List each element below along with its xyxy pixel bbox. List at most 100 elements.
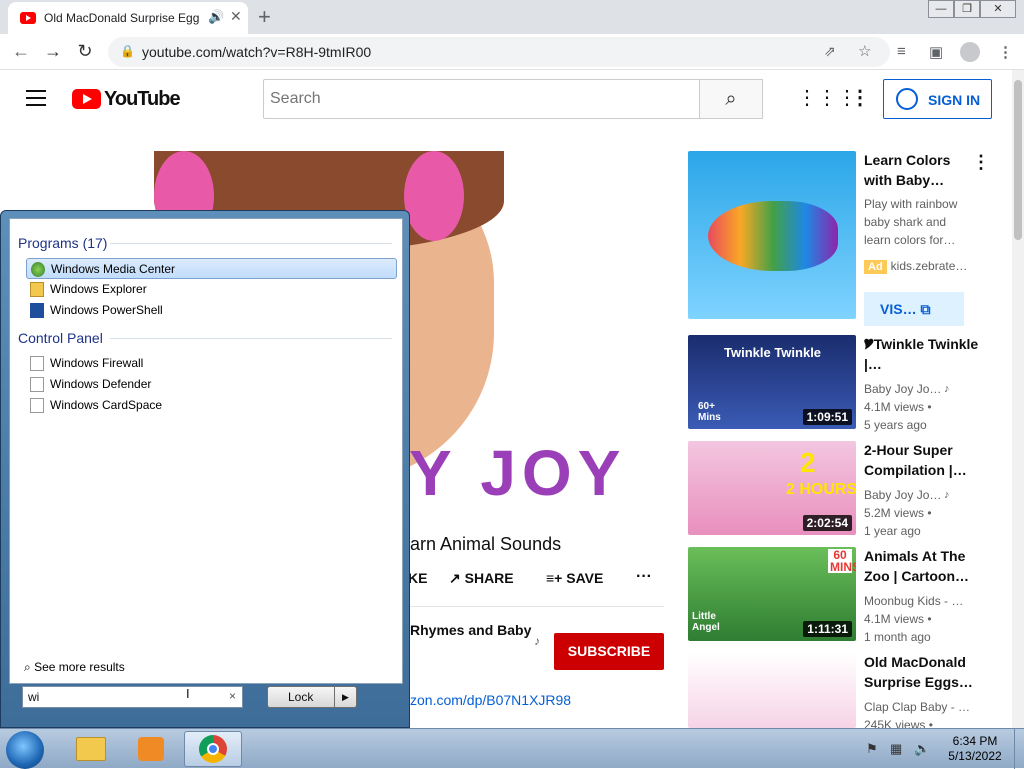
search-results-panel: Programs (17) Windows Media Center Windo… — [9, 218, 403, 684]
thumbnail-overlay-number: 2 — [800, 447, 816, 478]
video-title: arn Animal Sounds — [410, 534, 562, 554]
start-button[interactable] — [6, 731, 44, 769]
playlist-add-icon: ≡+ — [546, 570, 567, 586]
result-windows-firewall[interactable]: Windows Firewall — [26, 353, 397, 374]
result-windows-powershell[interactable]: Windows PowerShell — [26, 300, 397, 321]
result-windows-media-center[interactable]: Windows Media Center — [26, 258, 397, 279]
video-thumbnail[interactable]: Twinkle Twinkle 60+ Mins 1:09:51 — [688, 335, 856, 429]
back-arrow-icon[interactable]: ← — [10, 41, 32, 62]
lock-icon[interactable]: 🔒 — [120, 44, 135, 58]
music-note-icon: ♪ — [944, 489, 950, 501]
action-center-icon[interactable]: ⚑ — [866, 741, 878, 757]
channel-name[interactable]: Moonbug Kids - … — [864, 592, 974, 610]
control-panel-header[interactable]: Control Panel — [18, 330, 103, 346]
save-label: SAVE — [566, 570, 604, 586]
media-player-icon — [138, 737, 164, 761]
show-desktop-button[interactable] — [1014, 729, 1024, 769]
network-icon[interactable]: ▦ — [890, 741, 902, 757]
start-search-input[interactable]: wi × — [22, 686, 243, 708]
video-title[interactable]: Animals At The Zoo | Cartoon… — [864, 546, 974, 586]
result-label: Windows Firewall — [50, 356, 144, 370]
channel-name[interactable]: Baby Joy Jo… — [864, 380, 974, 398]
like-button[interactable]: KE — [408, 570, 427, 586]
browser-tab[interactable]: Old MacDonald Surprise Egg 🔊 ✕ — [8, 2, 248, 34]
powershell-icon — [30, 303, 44, 318]
thumbnail-overlay-text: 60 MINS — [828, 548, 856, 574]
search-button[interactable]: ⌕ — [699, 79, 763, 119]
section-divider — [110, 338, 392, 339]
forward-arrow-icon[interactable]: → — [42, 41, 64, 62]
share-button[interactable]: ↗ SHARE — [449, 570, 514, 587]
folder-icon — [76, 737, 106, 761]
search-icon: ⌕ — [725, 88, 737, 110]
close-window-button[interactable]: ✕ — [980, 0, 1016, 18]
music-note-icon: ♪ — [944, 383, 950, 395]
system-clock[interactable]: 6:34 PM 5/13/2022 — [940, 734, 1010, 764]
share-icon[interactable]: ⇗ — [824, 43, 836, 60]
taskbar-explorer[interactable] — [62, 731, 120, 767]
youtube-favicon-icon — [20, 12, 36, 24]
star-icon[interactable]: ☆ — [858, 42, 871, 60]
result-label: Windows PowerShell — [50, 303, 163, 317]
minimize-button[interactable]: — — [928, 0, 954, 18]
save-button[interactable]: ≡+ SAVE — [546, 570, 603, 586]
close-tab-icon[interactable]: ✕ — [230, 8, 242, 25]
programs-header[interactable]: Programs (17) — [18, 235, 107, 251]
new-tab-button[interactable]: + — [258, 4, 271, 30]
taskbar-media-player[interactable] — [122, 731, 180, 767]
settings-dots-icon[interactable]: ⋮ — [850, 88, 870, 108]
channel-name[interactable]: Clap Clap Baby - … — [864, 698, 974, 716]
lock-button[interactable]: Lock ▶ — [267, 686, 357, 708]
sidepanel-icon[interactable]: ▣ — [929, 43, 943, 61]
apps-grid-icon[interactable]: ⋮⋮⋮ — [797, 88, 857, 108]
taskbar-chrome[interactable] — [184, 731, 242, 767]
result-windows-cardspace[interactable]: Windows CardSpace — [26, 395, 397, 416]
hamburger-menu-icon[interactable] — [26, 90, 46, 111]
profile-icon[interactable] — [960, 42, 980, 62]
duration-badge: 1:11:31 — [803, 621, 852, 637]
sign-in-button[interactable]: SIGN IN — [883, 79, 992, 119]
video-title[interactable]: 2-Hour Super Compilation |… — [864, 440, 974, 480]
more-actions-icon[interactable]: ··· — [636, 568, 652, 586]
clock-time: 6:34 PM — [952, 734, 998, 748]
ad-badge: Ad — [864, 260, 887, 274]
result-windows-defender[interactable]: Windows Defender — [26, 374, 397, 395]
speaker-icon[interactable]: 🔊 — [208, 9, 224, 25]
external-link-icon: ⧉ — [920, 301, 931, 317]
magnifier-icon: ⌕ — [24, 660, 35, 674]
shutdown-options-arrow-icon[interactable]: ▶ — [334, 687, 356, 707]
thumbnail-overlay-text: Twinkle Twinkle — [724, 345, 822, 360]
visit-site-button[interactable]: VIS… ⧉ — [864, 292, 964, 326]
video-thumbnail[interactable] — [688, 653, 856, 728]
scrollbar-thumb[interactable] — [1014, 80, 1022, 240]
banner-text: Y JOY — [409, 437, 627, 509]
channel-name[interactable]: Baby Joy Jo… — [864, 486, 974, 504]
document-icon — [30, 356, 44, 371]
music-note-icon: ♪ — [534, 634, 540, 648]
volume-icon[interactable]: 🔈 — [914, 741, 930, 757]
menu-dots-icon[interactable]: ⋮ — [998, 43, 1013, 61]
see-more-results-link[interactable]: ⌕ See more results — [24, 660, 125, 675]
description-link[interactable]: zon.com/dp/B07N1XJR98 — [410, 692, 571, 708]
view-count: 5.2M views • — [864, 506, 932, 520]
video-thumbnail[interactable]: 2 2 HOURS 2:02:54 — [688, 441, 856, 535]
folder-icon — [30, 282, 44, 297]
video-thumbnail[interactable]: 60 MINS Little Angel 1:11:31 — [688, 547, 856, 641]
search-input[interactable] — [263, 79, 700, 119]
result-windows-explorer[interactable]: Windows Explorer — [26, 279, 397, 300]
ad-menu-icon[interactable]: ⋮ — [972, 152, 990, 173]
duration-badge: 2:02:54 — [802, 515, 852, 531]
restore-button[interactable]: ❐ — [954, 0, 980, 18]
video-title[interactable]: Old MacDonald Surprise Eggs… — [864, 652, 974, 692]
channel-name[interactable]: Rhymes and Baby — [410, 622, 531, 638]
reload-icon[interactable]: ↻ — [74, 41, 96, 62]
ad-advertiser: kids.zebrate… — [890, 259, 968, 273]
page-scrollbar[interactable] — [1012, 70, 1024, 728]
clear-search-icon[interactable]: × — [229, 689, 236, 703]
subscribe-button[interactable]: SUBSCRIBE — [554, 633, 664, 670]
video-title[interactable]: 🎔Twinkle Twinkle |… — [864, 334, 984, 374]
ad-thumbnail[interactable] — [688, 151, 856, 319]
media-icon[interactable]: ≡ — [897, 43, 906, 60]
ad-title[interactable]: Learn Colors with Baby… — [864, 150, 974, 190]
address-bar[interactable]: 🔒 youtube.com/watch?v=R8H-9tmIR00 ⇗ ☆ — [108, 37, 890, 67]
